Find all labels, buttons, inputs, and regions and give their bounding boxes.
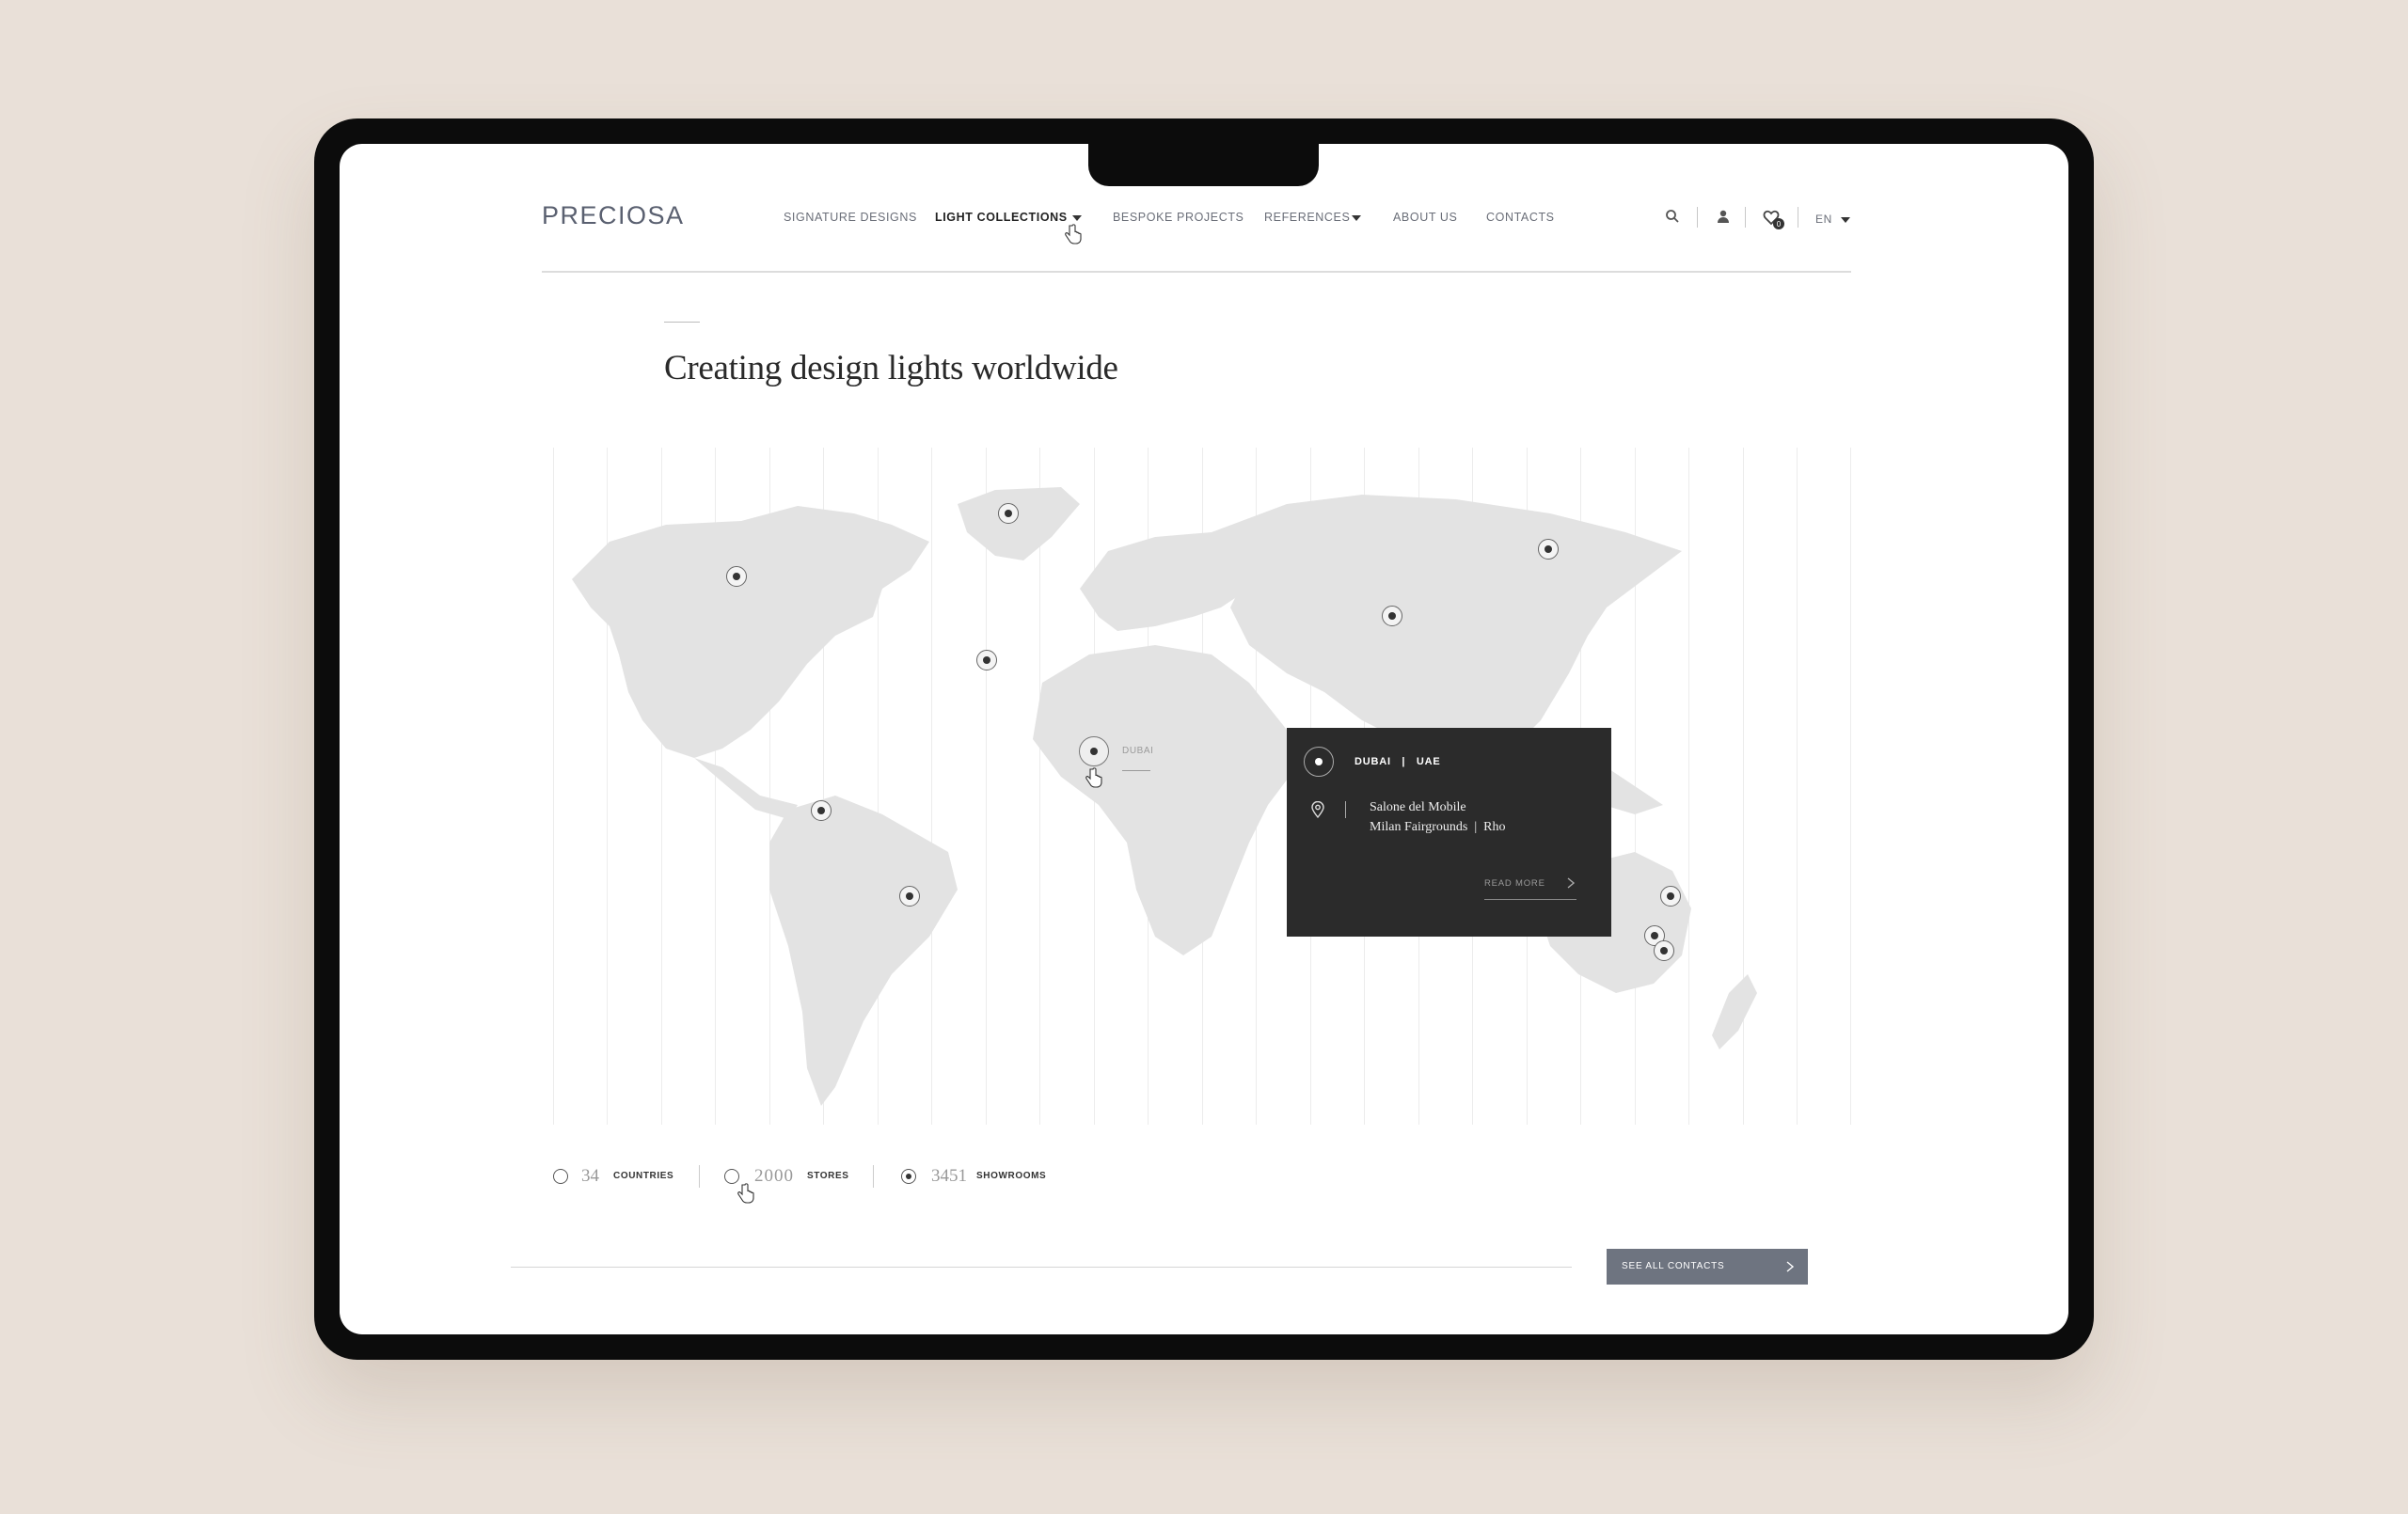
radio-icon[interactable] [724,1169,739,1184]
map-pin-icon [1311,801,1324,818]
south-america-shape [769,796,958,1106]
chevron-down-icon[interactable] [1072,215,1082,221]
popup-venue: Salone del Mobile [1370,800,1466,814]
central-america-shape [694,758,798,819]
greenland-shape [958,487,1080,560]
location-marker[interactable] [976,650,997,670]
location-marker[interactable] [1660,886,1681,907]
stat-number: 3451 [931,1166,967,1186]
popup-city: DUBAI | UAE [1354,756,1441,767]
footer-divider [511,1267,1572,1268]
wishlist-count: 0 [1777,220,1782,229]
search-icon[interactable] [1665,209,1680,224]
continents-shape [572,487,1757,1106]
hand-cursor-icon [1065,224,1082,244]
marker-label-underline [1122,770,1150,771]
africa-shape [1033,645,1296,955]
read-more-link[interactable]: READ MORE [1484,878,1545,889]
marker-hover-label: DUBAI [1122,746,1154,756]
stat-label: COUNTRIES [613,1171,674,1181]
new-zealand-shape [1712,974,1757,1049]
location-marker[interactable] [998,503,1019,524]
device-notch [1088,132,1319,186]
location-marker[interactable] [811,800,832,821]
north-america-shape [572,506,929,758]
europe-shape [1080,532,1249,631]
radio-selected-icon[interactable] [901,1169,916,1184]
location-marker[interactable] [1538,539,1559,560]
nav-signature-designs[interactable]: SIGNATURE DESIGNS [784,211,917,224]
stat-divider [873,1165,874,1188]
language-selector[interactable]: EN [1815,213,1832,226]
popup-marker-icon [1304,747,1334,777]
divider [1745,207,1746,228]
location-marker[interactable] [1382,606,1402,626]
nav-about-us[interactable]: ABOUT US [1393,211,1457,224]
stat-number: 2000 [754,1166,794,1186]
see-all-contacts-button[interactable]: SEE ALL CONTACTS [1607,1249,1808,1285]
location-marker[interactable] [726,566,747,587]
world-map[interactable]: DUBAI [553,448,1851,1125]
location-marker[interactable] [1654,940,1674,961]
location-marker-hovered[interactable] [1079,736,1109,766]
chevron-right-icon[interactable] [1566,876,1576,890]
user-icon[interactable] [1716,209,1731,224]
nav-light-collections[interactable]: LIGHT COLLECTIONS [935,211,1068,224]
header-divider [542,271,1851,273]
stat-label: STORES [807,1171,849,1181]
nav-contacts[interactable]: CONTACTS [1486,211,1555,224]
page-title: Creating design lights worldwide [664,349,1118,387]
popup-address: Milan Fairgrounds | Rho [1370,820,1506,834]
chevron-down-icon[interactable] [1841,217,1850,223]
radio-icon[interactable] [553,1169,568,1184]
location-popup: DUBAI | UAE Salone del Mobile Milan Fair… [1287,728,1611,937]
popup-divider [1345,801,1346,818]
read-more-underline [1484,899,1576,900]
button-label: SEE ALL CONTACTS [1622,1261,1725,1271]
location-marker[interactable] [899,886,920,907]
stat-divider [699,1165,700,1188]
stat-number: 34 [581,1166,599,1186]
wishlist-icon[interactable]: 0 [1762,207,1786,231]
stat-label: SHOWROOMS [976,1171,1047,1181]
hand-cursor-icon [1085,767,1102,788]
chevron-down-icon[interactable] [1352,215,1361,221]
title-accent-line [664,322,700,323]
hand-cursor-icon [737,1183,754,1204]
preciosa-logo[interactable]: PRECIOSA [542,201,685,230]
nav-references[interactable]: REFERENCES [1264,211,1350,224]
nav-bespoke-projects[interactable]: BESPOKE PROJECTS [1113,211,1244,224]
divider [1697,207,1698,228]
chevron-right-icon [1786,1261,1795,1272]
